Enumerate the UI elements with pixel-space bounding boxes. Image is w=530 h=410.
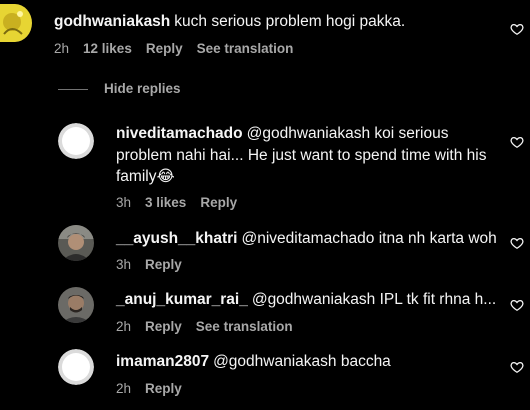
avatar[interactable] — [58, 123, 94, 159]
reply-button[interactable]: Reply — [146, 41, 183, 56]
reply-time: 3h — [116, 195, 132, 210]
reply-item: __ayush__khatri @niveditamachado itna nh … — [0, 222, 530, 277]
reply-username[interactable]: niveditamachado — [116, 125, 243, 142]
reply-username[interactable]: imaman2807 — [116, 353, 209, 370]
reply-text: niveditamachado @godhwaniakash koi seriou… — [116, 123, 496, 188]
comment-username[interactable]: godhwaniakash — [54, 13, 170, 30]
reply-body: @godhwaniakash IPL tk fit rhna h... — [251, 291, 497, 308]
reply-meta: 2h Reply See translation — [116, 318, 307, 336]
hide-replies-button[interactable]: Hide replies — [104, 80, 181, 98]
reply-username[interactable]: _anuj_kumar_rai_ — [116, 291, 248, 308]
reply-item: niveditamachado @godhwaniakash koi seriou… — [0, 115, 530, 215]
reply-body: @niveditamachado itna nh karta woh — [241, 230, 497, 247]
reply-text: __ayush__khatri @niveditamachado itna nh … — [116, 228, 497, 249]
avatar[interactable] — [58, 349, 94, 385]
heart-icon[interactable] — [510, 298, 524, 312]
comment-meta: 2h 12 likes Reply See translation — [54, 40, 307, 58]
reply-text: _anuj_kumar_rai_ @godhwaniakash IPL tk fi… — [116, 289, 496, 310]
reply-line-1: niveditamachado @godhwaniakash koi seriou… — [116, 123, 496, 145]
see-translation-button[interactable]: See translation — [197, 41, 294, 56]
hide-replies-divider — [58, 89, 88, 90]
avatar[interactable] — [58, 225, 94, 261]
reply-button[interactable]: Reply — [145, 381, 182, 396]
comment-text: godhwaniakash kuch serious problem hogi p… — [54, 11, 405, 32]
top-comment: godhwaniakash kuch serious problem hogi p… — [0, 0, 530, 70]
reply-button[interactable]: Reply — [145, 319, 182, 334]
comment-time: 2h — [54, 41, 70, 56]
reply-button[interactable]: Reply — [200, 195, 237, 210]
reply-meta: 2h Reply — [116, 380, 196, 398]
reply-body: @godhwaniakash baccha — [213, 353, 391, 370]
reply-time: 3h — [116, 257, 132, 272]
reply-username[interactable]: __ayush__khatri — [116, 230, 238, 247]
heart-icon[interactable] — [510, 22, 524, 36]
reply-body-line-2: problem nahi hai... He just want to spen… — [116, 146, 487, 164]
heart-icon[interactable] — [510, 360, 524, 374]
reply-item: _anuj_kumar_rai_ @godhwaniakash IPL tk fi… — [0, 284, 530, 339]
heart-icon[interactable] — [510, 236, 524, 250]
reply-meta: 3h 3 likes Reply — [116, 194, 251, 212]
reply-item: imaman2807 @godhwaniakash baccha 2h Reply — [0, 346, 530, 406]
reply-likes[interactable]: 3 likes — [145, 195, 186, 210]
reply-meta: 3h Reply — [116, 256, 196, 274]
avatar[interactable] — [58, 287, 94, 323]
reply-time: 2h — [116, 319, 132, 334]
reply-body-line-1: @godhwaniakash koi serious — [246, 125, 449, 142]
reply-body-line-3: family😂 — [116, 168, 175, 185]
comment-likes[interactable]: 12 likes — [83, 41, 132, 56]
see-translation-button[interactable]: See translation — [196, 319, 293, 334]
heart-icon[interactable] — [510, 135, 524, 149]
avatar[interactable] — [0, 4, 32, 42]
reply-time: 2h — [116, 381, 132, 396]
reply-text: imaman2807 @godhwaniakash baccha — [116, 351, 391, 372]
reply-button[interactable]: Reply — [145, 257, 182, 272]
comment-body: kuch serious problem hogi pakka. — [174, 13, 406, 30]
